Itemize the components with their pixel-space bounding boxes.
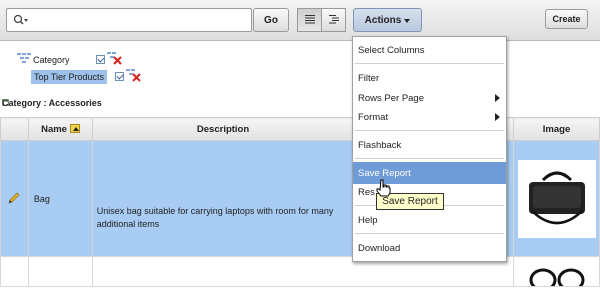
hand-cursor-icon: [376, 179, 392, 200]
edit-cell[interactable]: [0, 140, 29, 257]
group-view-icon: [328, 14, 340, 27]
menu-item-label: Download: [358, 242, 401, 254]
column-header-label: Name: [41, 123, 67, 135]
dropdown-arrow-icon: [404, 15, 411, 26]
group-by-view-button[interactable]: [321, 8, 346, 32]
search-icon[interactable]: [13, 14, 29, 29]
table-row[interactable]: Bag Unisex bag suitable for carrying lap…: [0, 140, 600, 257]
filter-row-top-tier: Top Tier Products: [31, 68, 142, 85]
filter-row-category: Category: [17, 51, 123, 68]
menu-item-flashback[interactable]: Flashback: [353, 134, 506, 156]
report-table: Name Description Image Bag Unisex bag su…: [0, 117, 600, 288]
filter-enable-checkbox[interactable]: [115, 72, 125, 81]
menu-item-label: Format: [358, 111, 389, 123]
image-cell: [513, 140, 600, 257]
submenu-arrow-icon: [495, 94, 500, 102]
name-cell: [27, 256, 93, 287]
menu-item-label: Rows Per Page: [358, 92, 425, 104]
search-field[interactable]: [6, 8, 252, 32]
submenu-arrow-icon: [495, 113, 500, 121]
description-text: Unisex bag suitable for carrying laptops…: [96, 205, 334, 229]
actions-button[interactable]: Actions: [353, 8, 422, 32]
filter-area: Category − Top Tier Products: [0, 44, 600, 106]
menu-separator: [355, 63, 504, 64]
actions-menu: Select Columns Filter Rows Per Page Form…: [352, 36, 507, 262]
menu-separator: [355, 158, 504, 159]
menu-item-help[interactable]: Help: [353, 209, 506, 231]
menu-separator: [355, 130, 504, 131]
menu-item-label: Flashback: [358, 139, 402, 151]
column-header-name[interactable]: Name: [27, 117, 93, 141]
image-cell: [513, 256, 600, 288]
column-header-image[interactable]: Image: [513, 117, 600, 141]
product-image-bag: [517, 159, 596, 238]
edit-cell: [0, 256, 29, 287]
filter-enable-checkbox[interactable]: [95, 55, 105, 64]
menu-separator: [355, 233, 504, 234]
list-view-icon: [304, 14, 316, 27]
menu-item-download[interactable]: Download: [353, 237, 506, 259]
report-toolbar: Go Actions Create: [0, 0, 600, 41]
table-row[interactable]: [0, 256, 600, 288]
remove-filter-icon[interactable]: [106, 51, 123, 68]
menu-item-label: Help: [358, 214, 378, 226]
menu-item-select-columns[interactable]: Select Columns: [353, 39, 506, 61]
menu-item-label: Save Report: [358, 167, 411, 179]
edit-column-header: [0, 117, 29, 141]
pencil-edit-icon[interactable]: [8, 192, 20, 206]
sort-ascending-icon[interactable]: [69, 124, 80, 134]
go-button[interactable]: Go: [253, 8, 289, 32]
table-header-row: Name Description Image: [0, 117, 600, 141]
menu-item-label: Select Columns: [358, 44, 425, 56]
menu-item-label: Res: [358, 186, 375, 198]
filter-icon: [17, 53, 31, 66]
create-button[interactable]: Create: [545, 9, 588, 29]
group-heading: Category : Accessories: [2, 98, 102, 108]
menu-item-label: Filter: [358, 72, 380, 84]
column-header-description[interactable]: Description: [91, 117, 355, 141]
report-view-button[interactable]: [297, 8, 322, 32]
filter-label[interactable]: Top Tier Products: [31, 69, 108, 84]
actions-label: Actions: [364, 14, 402, 26]
remove-filter-icon[interactable]: [126, 68, 142, 85]
menu-item-filter[interactable]: Filter: [353, 67, 506, 89]
menu-item-format[interactable]: Format: [353, 106, 506, 128]
name-cell: Bag: [27, 140, 93, 257]
filter-label: Category: [33, 54, 70, 65]
